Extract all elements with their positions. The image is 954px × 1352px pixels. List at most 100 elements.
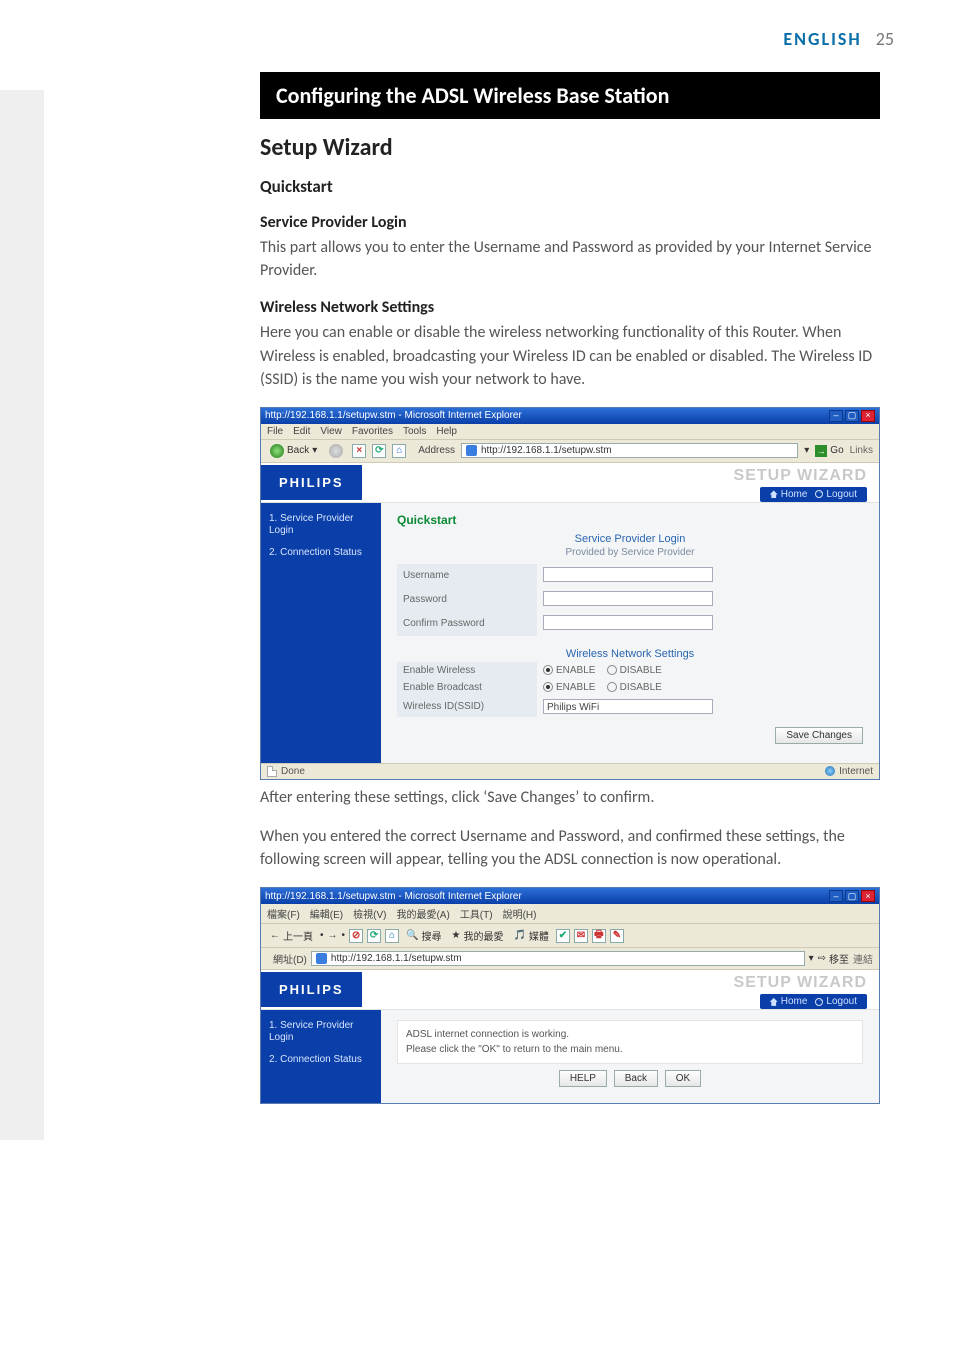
maximize-icon[interactable]: ▢ <box>845 410 859 422</box>
logout-label-2: Logout <box>826 996 857 1007</box>
home-icon-2[interactable]: ⌂ <box>385 929 399 943</box>
refresh-icon-2[interactable]: ⟳ <box>367 929 381 943</box>
left-margin-bar <box>0 90 44 1140</box>
minimize-icon-2[interactable]: – <box>829 890 843 902</box>
ssid-input[interactable]: Philips WiFi <box>543 699 713 714</box>
enable-broadcast-enable-radio[interactable] <box>543 682 553 692</box>
spl-section-title: Service Provider Login <box>397 533 863 545</box>
router-brand-bar-2: PHILIPS SETUP WIZARD Home Logout <box>261 970 879 1010</box>
address-label: Address <box>418 445 455 456</box>
stop-icon-2[interactable]: ⊘ <box>349 929 363 943</box>
menu2-edit[interactable]: 編輯(E) <box>310 906 343 921</box>
address-dropdown-icon-2[interactable]: ▾ <box>809 953 814 964</box>
home-label-2: Home <box>781 996 808 1007</box>
help-button[interactable]: HELP <box>559 1070 607 1087</box>
philips-logo: PHILIPS <box>261 465 362 500</box>
print-icon-2[interactable]: 🖶 <box>592 929 606 943</box>
language-label: ENGLISH <box>783 28 861 50</box>
address-bar[interactable]: http://192.168.1.1/setupw.stm <box>461 443 798 458</box>
history-icon-2[interactable]: ✔ <box>556 929 570 943</box>
menu2-view[interactable]: 檢視(V) <box>353 906 386 921</box>
go-button-2[interactable]: ⇨移至 <box>818 951 849 966</box>
enable-wireless-disable-radio[interactable] <box>607 665 617 675</box>
save-changes-button[interactable]: Save Changes <box>775 727 863 744</box>
links-label-2[interactable]: 連結 <box>853 951 873 966</box>
menu-view[interactable]: View <box>320 426 342 437</box>
forward-button[interactable] <box>326 443 346 459</box>
enable-wireless-label: Enable Wireless <box>397 662 537 679</box>
close-icon-2[interactable]: × <box>861 890 875 902</box>
username-input[interactable] <box>543 567 713 582</box>
menu-help[interactable]: Help <box>436 426 457 437</box>
menu-file[interactable]: File <box>267 426 283 437</box>
wireless-network-settings-heading: Wireless Network Settings <box>260 298 880 317</box>
search-button-2[interactable]: 🔍搜尋 <box>403 927 444 944</box>
stop-icon[interactable]: × <box>352 444 366 458</box>
home-link[interactable]: Home <box>770 489 808 500</box>
menu-favorites[interactable]: Favorites <box>352 426 393 437</box>
media-label-2: 媒體 <box>529 928 549 943</box>
wireless-network-settings-body: Here you can enable or disable the wirel… <box>260 321 880 391</box>
mail-icon-2[interactable]: ✉ <box>574 929 588 943</box>
sidebar-step-1b[interactable]: 1. Service Provider Login <box>269 1020 373 1044</box>
password-label: Password <box>397 588 537 612</box>
setup-wizard-heading: Setup Wizard <box>260 133 880 162</box>
favorites-button-2[interactable]: ★我的最愛 <box>448 927 506 944</box>
home-icon[interactable]: ⌂ <box>392 444 406 458</box>
home-nav-icon <box>770 490 778 498</box>
home-label: Home <box>781 489 808 500</box>
spl-section-sub: Provided by Service Provider <box>397 547 863 558</box>
menu2-help[interactable]: 說明(H) <box>503 906 537 921</box>
logout-link[interactable]: Logout <box>815 489 857 500</box>
ssid-label: Wireless ID(SSID) <box>397 696 537 717</box>
edit-icon-2[interactable]: ✎ <box>610 929 624 943</box>
minimize-icon[interactable]: – <box>829 410 843 422</box>
menu-edit[interactable]: Edit <box>293 426 310 437</box>
enable-broadcast-disable-radio[interactable] <box>607 682 617 692</box>
back-nav-button[interactable]: Back <box>614 1070 658 1087</box>
enable-broadcast-label: Enable Broadcast <box>397 679 537 696</box>
screenshot-quickstart: http://192.168.1.1/setupw.stm - Microsof… <box>260 407 880 780</box>
back-button-2[interactable]: ← 上一頁 <box>267 927 316 944</box>
disable-option-label-2: DISABLE <box>620 682 662 693</box>
page-header: ENGLISH 25 <box>60 28 894 50</box>
refresh-icon[interactable]: ⟳ <box>372 444 386 458</box>
ie2-window-title: http://192.168.1.1/setupw.stm - Microsof… <box>265 891 522 902</box>
maximize-icon-2[interactable]: ▢ <box>845 890 859 902</box>
menu2-fav[interactable]: 我的最愛(A) <box>396 906 449 921</box>
ie-toolbar: Back ▾ × ⟳ ⌂ Address http://192.168.1.1/… <box>261 440 879 463</box>
ie-window-title: http://192.168.1.1/setupw.stm - Microsof… <box>265 410 522 421</box>
links-label[interactable]: Links <box>850 445 873 456</box>
ie2-menubar: 檔案(F) 編輯(E) 檢視(V) 我的最愛(A) 工具(T) 說明(H) <box>261 904 879 924</box>
go-button[interactable]: →Go <box>815 445 843 457</box>
logout-link-2[interactable]: Logout <box>815 996 857 1007</box>
confirm-password-input[interactable] <box>543 615 713 630</box>
wireless-form: Enable Wireless ENABLE DISABLE Enable Br… <box>397 662 863 717</box>
back-button[interactable]: Back ▾ <box>267 443 320 459</box>
close-icon[interactable]: × <box>861 410 875 422</box>
screenshot-connection-working: http://192.168.1.1/setupw.stm - Microsof… <box>260 887 880 1104</box>
router-brand-bar: PHILIPS SETUP WIZARD Home Logout <box>261 463 879 503</box>
confirm-password-label: Confirm Password <box>397 612 537 636</box>
media-button-2[interactable]: 🎵媒體 <box>510 927 551 944</box>
logout-icon-2 <box>815 998 823 1006</box>
username-label: Username <box>397 564 537 588</box>
sidebar-step-1[interactable]: 1. Service Provider Login <box>269 513 373 537</box>
ie2-addressbar-row: 網址(D) http://192.168.1.1/setupw.stm ▾ ⇨移… <box>261 948 879 970</box>
password-input[interactable] <box>543 591 713 606</box>
sidebar-step-2[interactable]: 2. Connection Status <box>269 547 373 559</box>
menu-tools[interactable]: Tools <box>403 426 426 437</box>
msg-line-1: ADSL internet connection is working. <box>406 1027 854 1042</box>
internet-zone-icon <box>825 766 835 776</box>
sidebar-step-2b[interactable]: 2. Connection Status <box>269 1054 373 1066</box>
home-link-2[interactable]: Home <box>770 996 808 1007</box>
address-dropdown-icon[interactable]: ▾ <box>804 445 809 456</box>
address-bar-2[interactable]: http://192.168.1.1/setupw.stm <box>311 951 805 966</box>
ie-statusbar: Done Internet <box>261 763 879 779</box>
menu2-tools[interactable]: 工具(T) <box>460 906 493 921</box>
ok-button[interactable]: OK <box>665 1070 701 1087</box>
menu2-file[interactable]: 檔案(F) <box>267 906 300 921</box>
back-label: Back <box>287 445 309 456</box>
enable-wireless-enable-radio[interactable] <box>543 665 553 675</box>
address-value: http://192.168.1.1/setupw.stm <box>481 445 612 456</box>
